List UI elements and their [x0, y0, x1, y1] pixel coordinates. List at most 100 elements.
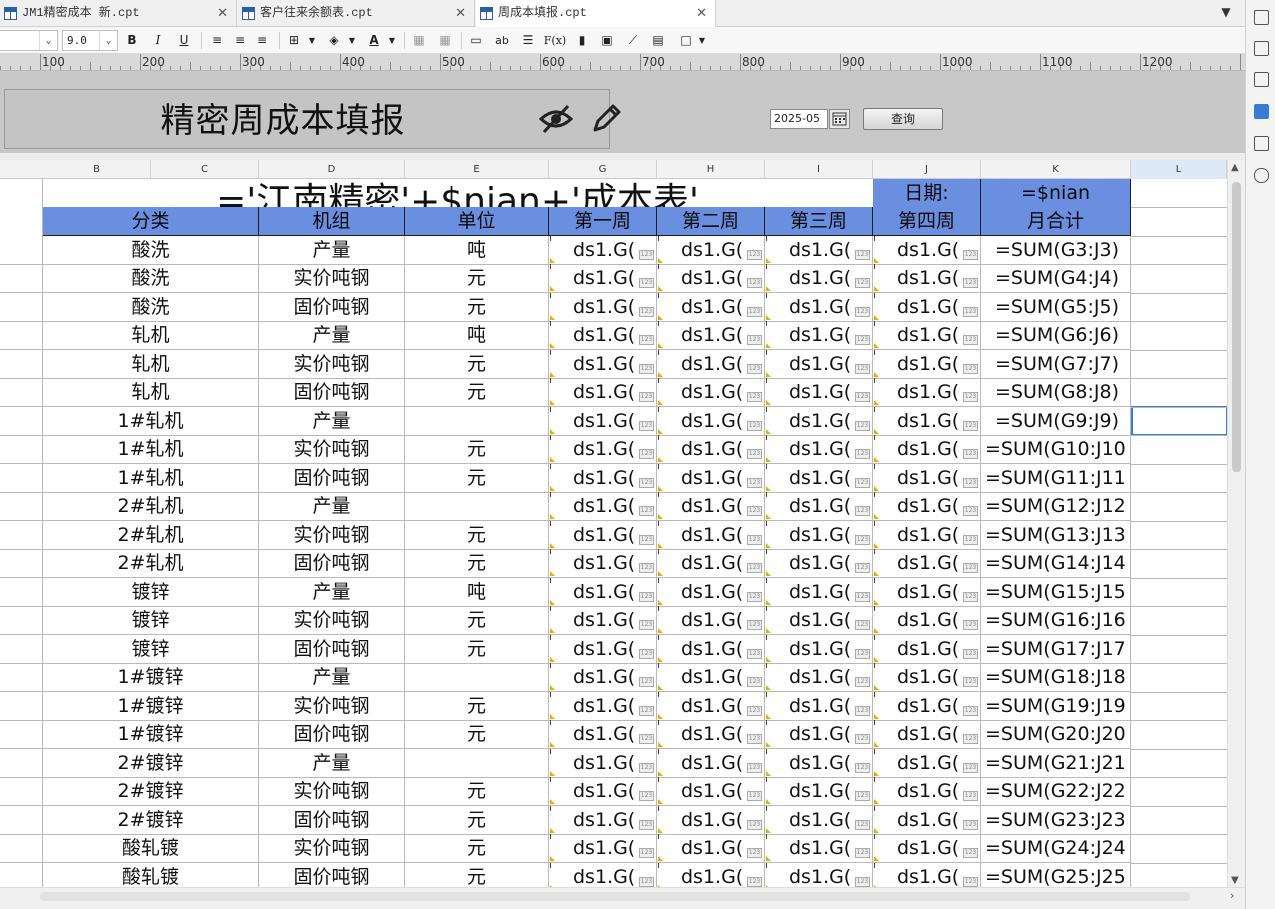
item-cell[interactable]: 实价吨钢: [259, 349, 405, 379]
week-value-cell[interactable]: ds1.G(123: [765, 805, 873, 835]
category-cell[interactable]: 1#轧机: [43, 406, 259, 436]
week-value-cell[interactable]: ds1.G(123: [657, 777, 765, 806]
chevron-down-icon[interactable]: ▼: [342, 31, 362, 50]
month-total-cell[interactable]: =SUM(G11:J11: [981, 463, 1131, 493]
unit-cell[interactable]: 元: [405, 720, 549, 749]
week-value-cell[interactable]: ds1.G(123: [765, 349, 873, 379]
item-cell[interactable]: 固价吨钢: [259, 720, 405, 749]
week-value-cell[interactable]: ds1.G(123: [549, 606, 657, 635]
category-cell[interactable]: 镀锌: [43, 634, 259, 664]
week-value-cell[interactable]: ds1.G(123: [549, 577, 657, 607]
fill-color-icon[interactable]: ◈: [324, 31, 344, 50]
column-header[interactable]: L: [1131, 160, 1227, 179]
column-title-cell[interactable]: 单位: [405, 207, 549, 236]
week-value-cell[interactable]: ds1.G(123: [657, 549, 765, 578]
week-value-cell[interactable]: ds1.G(123: [549, 492, 657, 521]
chart-icon[interactable]: ▮: [572, 31, 592, 50]
week-value-cell[interactable]: ds1.G(123: [765, 378, 873, 407]
sheet-title-formula[interactable]: ='江南精密'+$nian+'成本表': [43, 179, 872, 207]
close-icon[interactable]: ✕: [696, 0, 707, 27]
unit-cell[interactable]: [405, 663, 549, 692]
font-family-select[interactable]: ⌄: [0, 30, 58, 51]
week-value-cell[interactable]: ds1.G(123: [873, 520, 981, 550]
week-value-cell[interactable]: ds1.G(123: [657, 862, 765, 887]
week-value-cell[interactable]: ds1.G(123: [873, 748, 981, 778]
week-value-cell[interactable]: ds1.G(123: [873, 862, 981, 887]
category-cell[interactable]: 酸轧镀: [43, 862, 259, 887]
border-icon[interactable]: ⊞: [284, 31, 304, 50]
week-value-cell[interactable]: ds1.G(123: [873, 634, 981, 664]
item-cell[interactable]: 产量: [259, 235, 405, 265]
chevron-down-icon[interactable]: ▼: [692, 31, 712, 50]
week-value-cell[interactable]: ds1.G(123: [549, 292, 657, 322]
week-value-cell[interactable]: ds1.G(123: [657, 606, 765, 635]
column-header[interactable]: C: [151, 160, 259, 179]
week-value-cell[interactable]: ds1.G(123: [549, 463, 657, 493]
week-value-cell[interactable]: ds1.G(123: [657, 834, 765, 863]
month-total-cell[interactable]: =SUM(G4:J4): [981, 264, 1131, 293]
unit-cell[interactable]: 元: [405, 606, 549, 635]
category-cell[interactable]: 轧机: [43, 349, 259, 379]
month-total-cell[interactable]: =SUM(G10:J10: [981, 435, 1131, 464]
category-cell[interactable]: 1#轧机: [43, 435, 259, 464]
week-value-cell[interactable]: ds1.G(123: [657, 492, 765, 521]
week-value-cell[interactable]: ds1.G(123: [549, 435, 657, 464]
week-value-cell[interactable]: ds1.G(123: [873, 349, 981, 379]
category-cell[interactable]: 酸洗: [43, 264, 259, 293]
category-cell[interactable]: 2#镀锌: [43, 777, 259, 806]
insert-row-icon[interactable]: ▭: [466, 31, 486, 50]
week-value-cell[interactable]: ds1.G(123: [873, 720, 981, 749]
month-total-cell[interactable]: =SUM(G20:J20: [981, 720, 1131, 749]
week-value-cell[interactable]: ds1.G(123: [657, 463, 765, 493]
week-value-cell[interactable]: ds1.G(123: [549, 235, 657, 265]
week-value-cell[interactable]: ds1.G(123: [549, 349, 657, 379]
category-cell[interactable]: 2#轧机: [43, 492, 259, 521]
week-value-cell[interactable]: ds1.G(123: [765, 292, 873, 322]
unit-cell[interactable]: 元: [405, 349, 549, 379]
category-cell[interactable]: 轧机: [43, 378, 259, 407]
week-value-cell[interactable]: ds1.G(123: [765, 720, 873, 749]
week-value-cell[interactable]: ds1.G(123: [549, 406, 657, 436]
chevron-right-icon[interactable]: ›: [1230, 889, 1234, 902]
category-cell[interactable]: 镀锌: [43, 577, 259, 607]
form-settings-icon[interactable]: [1254, 104, 1269, 119]
align-center-icon[interactable]: ≡: [230, 31, 250, 50]
column-header[interactable]: I: [765, 160, 873, 179]
data-column-icon[interactable]: [1254, 136, 1269, 151]
week-value-cell[interactable]: ds1.G(123: [873, 406, 981, 436]
item-cell[interactable]: 实价吨钢: [259, 834, 405, 863]
week-value-cell[interactable]: ds1.G(123: [873, 321, 981, 350]
cell-attribute-icon[interactable]: [1254, 10, 1269, 25]
week-value-cell[interactable]: ds1.G(123: [765, 663, 873, 692]
unit-cell[interactable]: 元: [405, 834, 549, 863]
item-cell[interactable]: 固价吨钢: [259, 862, 405, 887]
column-title-cell[interactable]: 分类: [43, 207, 259, 236]
week-value-cell[interactable]: ds1.G(123: [549, 862, 657, 887]
vertical-scrollbar[interactable]: ▲ ▼: [1227, 160, 1245, 887]
category-cell[interactable]: 2#轧机: [43, 520, 259, 550]
week-value-cell[interactable]: ds1.G(123: [549, 777, 657, 806]
week-value-cell[interactable]: ds1.G(123: [657, 520, 765, 550]
week-value-cell[interactable]: ds1.G(123: [657, 321, 765, 350]
pencil-icon[interactable]: [591, 102, 623, 134]
tab-customer-balance[interactable]: 客户往来余额表.cpt ✕: [238, 0, 475, 27]
week-value-cell[interactable]: ds1.G(123: [765, 777, 873, 806]
week-value-cell[interactable]: ds1.G(123: [765, 606, 873, 635]
align-right-icon[interactable]: ≡: [252, 31, 272, 50]
week-value-cell[interactable]: ds1.G(123: [873, 492, 981, 521]
month-total-cell[interactable]: =SUM(G6:J6): [981, 321, 1131, 350]
month-total-cell[interactable]: =SUM(G5:J5): [981, 292, 1131, 322]
week-value-cell[interactable]: ds1.G(123: [549, 520, 657, 550]
column-header[interactable]: K: [981, 160, 1131, 179]
month-total-cell[interactable]: =SUM(G12:J12: [981, 492, 1131, 521]
month-total-cell[interactable]: =SUM(G25:J25: [981, 862, 1131, 887]
week-value-cell[interactable]: ds1.G(123: [549, 264, 657, 293]
unit-cell[interactable]: 元: [405, 292, 549, 322]
week-value-cell[interactable]: ds1.G(123: [873, 292, 981, 322]
week-value-cell[interactable]: ds1.G(123: [765, 435, 873, 464]
week-value-cell[interactable]: ds1.G(123: [657, 378, 765, 407]
unit-cell[interactable]: [405, 406, 549, 436]
week-value-cell[interactable]: ds1.G(123: [549, 834, 657, 863]
category-cell[interactable]: 酸洗: [43, 235, 259, 265]
column-header[interactable]: G: [549, 160, 657, 179]
